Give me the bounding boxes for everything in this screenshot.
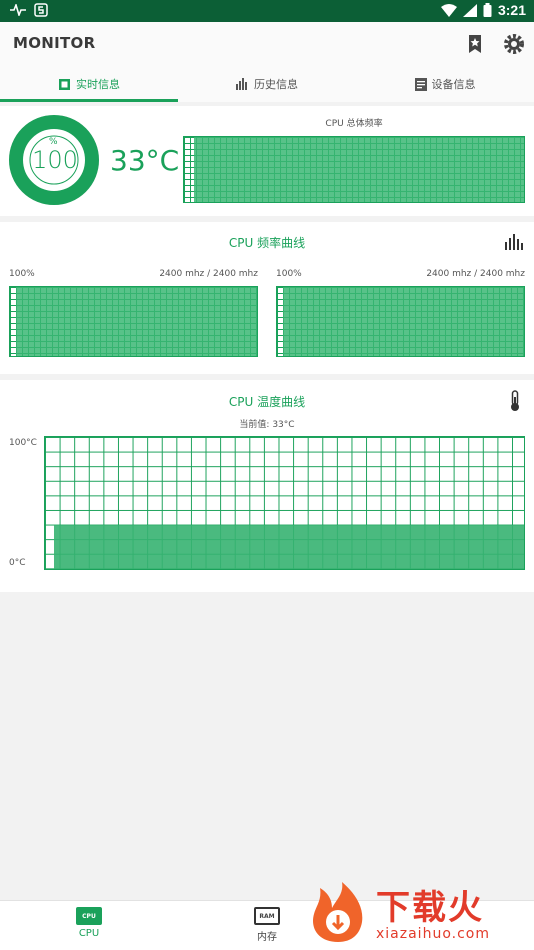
- realtime-card: % 100 33°C CPU 总体频率: [0, 106, 534, 216]
- core-0-fill: [16, 287, 257, 356]
- status-bar: 3:21: [0, 0, 534, 22]
- overall-freq-grid: [183, 136, 525, 203]
- temp-y-max: 100°C: [9, 438, 37, 448]
- settings-icon[interactable]: [503, 33, 525, 55]
- bottom-nav-label: 内存: [257, 932, 277, 943]
- tab-history[interactable]: 历史信息: [178, 66, 356, 102]
- freq-curve-card: CPU 频率曲线 100% 2400 mhz / 2400 mhz 100% 2…: [0, 222, 534, 374]
- temp-current: 当前值: 33°C: [239, 420, 295, 430]
- freq-curve-title: CPU 频率曲线: [228, 236, 306, 250]
- cpu-temperature: 33°C: [110, 144, 180, 177]
- temp-curve-card: CPU 温度曲线 当前值: 33°C 100°C 0°C: [0, 380, 534, 592]
- tab-label: 历史信息: [254, 78, 298, 91]
- tab-label: 实时信息: [76, 78, 120, 91]
- bookmark-icon[interactable]: [464, 33, 486, 55]
- core-1-percent: 100%: [276, 269, 302, 279]
- bar-chart-icon: [236, 78, 247, 90]
- app-title: MONITOR: [13, 34, 96, 52]
- gauge-value: 100: [32, 146, 78, 174]
- tab-indicator: [0, 99, 178, 102]
- device-info-icon: [414, 77, 427, 91]
- overall-freq-label: CPU 总体频率: [325, 119, 383, 129]
- watermark-url: xiazaihuo.com: [376, 926, 490, 942]
- tab-label: 设备信息: [431, 78, 476, 91]
- bottom-nav-label: CPU: [78, 928, 100, 939]
- temp-fill: [54, 525, 524, 569]
- temp-grid: [44, 436, 525, 570]
- wifi-icon: [440, 3, 457, 17]
- ram-chip-icon: RAM: [254, 907, 280, 925]
- core-1-grid: [276, 286, 525, 357]
- flame-logo-icon: [313, 882, 363, 942]
- core-1-fill: [283, 287, 524, 356]
- chip-icon: [59, 78, 70, 90]
- app-bar: MONITOR: [0, 22, 534, 66]
- activity-icon: [10, 4, 26, 16]
- core-0-grid: [9, 286, 258, 357]
- watermark-brand: 下载火: [376, 888, 484, 928]
- status-time: 3:21: [497, 2, 526, 18]
- cpu-chip-icon: CPU: [76, 907, 102, 925]
- tab-bar: 实时信息 历史信息 设备信息: [0, 66, 534, 102]
- thermometer-icon[interactable]: [508, 390, 522, 412]
- battery-icon: [483, 3, 492, 17]
- core-1-freq: 2400 mhz / 2400 mhz: [426, 269, 525, 279]
- core-0-freq: 2400 mhz / 2400 mhz: [159, 269, 258, 279]
- tab-device-info[interactable]: 设备信息: [356, 66, 534, 102]
- bottom-nav-cpu[interactable]: CPU CPU: [49, 907, 129, 939]
- bar-chart-icon[interactable]: [504, 234, 524, 250]
- tab-realtime[interactable]: 实时信息: [0, 66, 178, 102]
- temp-curve-title: CPU 温度曲线: [228, 395, 306, 409]
- bottom-nav-ram[interactable]: RAM 内存: [227, 907, 307, 943]
- app-notification-icon: [34, 3, 48, 17]
- overall-freq-fill: [194, 137, 524, 202]
- temp-y-min: 0°C: [9, 558, 26, 568]
- core-0-percent: 100%: [9, 269, 35, 279]
- signal-icon: [462, 3, 477, 17]
- watermark: 下载火 xiazaihuo.com: [306, 880, 528, 946]
